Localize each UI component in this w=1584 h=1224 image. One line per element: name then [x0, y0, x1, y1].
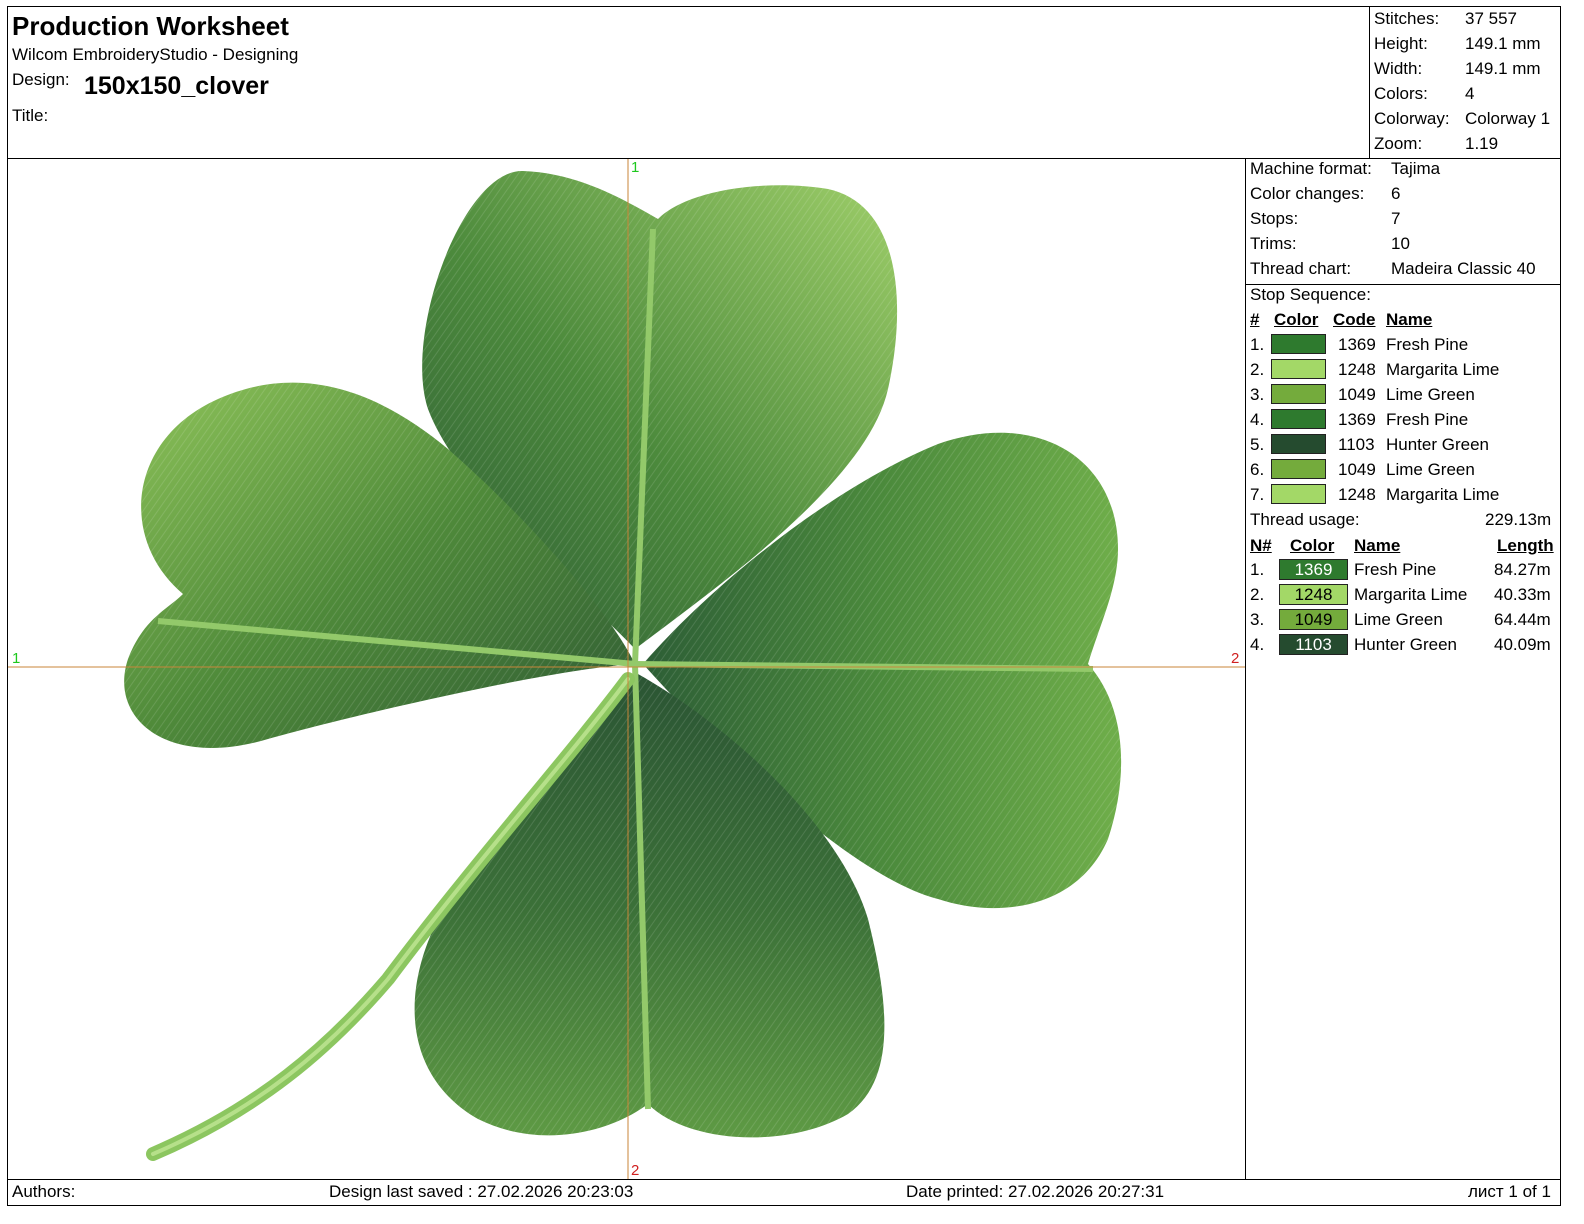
column-header: # [1250, 310, 1260, 329]
thread-name: Lime Green [1354, 610, 1443, 629]
machine-label: Machine format: [1250, 159, 1372, 178]
color-swatch: 1049 [1279, 609, 1348, 630]
color-swatch [1271, 334, 1326, 354]
thread-name: Hunter Green [1386, 435, 1489, 454]
row-number: 7. [1250, 485, 1265, 504]
thread-code: 1049 [1338, 385, 1376, 404]
summary-label: Colorway: [1374, 109, 1450, 128]
row-number: 2. [1250, 585, 1265, 604]
guide-marker-left: 1 [12, 650, 21, 667]
thread-name: Hunter Green [1354, 635, 1457, 654]
row-number: 3. [1250, 385, 1265, 404]
title-label: Title: [12, 106, 49, 125]
column-header: Code [1333, 310, 1376, 329]
machine-value: Tajima [1391, 159, 1441, 178]
row-number: 3. [1250, 610, 1265, 629]
machine-label: Thread chart: [1250, 259, 1352, 278]
page-title: Production Worksheet [12, 11, 289, 41]
column-header: Color [1290, 536, 1335, 555]
color-swatch: 1248 [1279, 584, 1348, 605]
authors-label: Authors: [12, 1182, 76, 1201]
row-number: 2. [1250, 360, 1265, 379]
color-swatch [1271, 384, 1326, 404]
machine-label: Color changes: [1250, 184, 1365, 203]
summary-label: Zoom: [1374, 134, 1423, 153]
thread-code: 1049 [1338, 460, 1376, 479]
thread-code: 1369 [1338, 410, 1376, 429]
color-swatch [1271, 484, 1326, 504]
date-printed: Date printed: 27.02.2026 20:27:31 [906, 1182, 1165, 1201]
footer-panel [7, 1179, 1561, 1206]
row-number: 5. [1250, 435, 1265, 454]
guide-marker-top: 1 [631, 159, 640, 176]
summary-value: 1.19 [1465, 134, 1499, 153]
guide-marker-right: 2 [1231, 650, 1240, 667]
guide-marker-bottom: 2 [631, 1162, 640, 1179]
app-name: Wilcom EmbroideryStudio - Designing [12, 45, 299, 64]
machine-value: 10 [1391, 234, 1410, 253]
thread-name: Lime Green [1386, 460, 1475, 479]
thread-name: Fresh Pine [1354, 560, 1437, 579]
thread-usage-label: Thread usage: [1250, 510, 1360, 529]
color-swatch: 1103 [1279, 634, 1348, 655]
row-number: 6. [1250, 460, 1265, 479]
page-number: лист 1 of 1 [1468, 1182, 1551, 1201]
summary-value: 4 [1465, 84, 1475, 103]
summary-label: Colors: [1374, 84, 1428, 103]
thread-name: Margarita Lime [1386, 360, 1500, 379]
thread-code: 1103 [1338, 435, 1375, 454]
summary-label: Height: [1374, 34, 1428, 53]
column-header: Name [1354, 536, 1401, 555]
summary-value: 149.1 mm [1465, 34, 1541, 53]
row-number: 1. [1250, 560, 1265, 579]
thread-length: 40.09m [1494, 635, 1551, 654]
stop-sequence-title: Stop Sequence: [1250, 285, 1371, 304]
thread-usage-total: 229.13m [1485, 510, 1552, 529]
summary-value: 149.1 mm [1465, 59, 1541, 78]
machine-value: 6 [1391, 184, 1401, 203]
summary-value: Colorway 1 [1465, 109, 1551, 128]
design-canvas [7, 158, 1246, 1180]
summary-value: 37 557 [1465, 9, 1517, 28]
row-number: 1. [1250, 335, 1265, 354]
clover-embroidery-image [8, 159, 1245, 1179]
color-swatch [1271, 359, 1326, 379]
thread-code: 1248 [1338, 360, 1376, 379]
thread-code: 1248 [1338, 485, 1376, 504]
thread-name: Lime Green [1386, 385, 1475, 404]
machine-label: Trims: [1250, 234, 1297, 253]
column-header: Name [1386, 310, 1433, 329]
thread-length: 84.27m [1494, 560, 1551, 579]
color-swatch [1271, 459, 1326, 479]
design-name: 150x150_clover [84, 72, 269, 100]
machine-value: Madeira Classic 40 [1391, 259, 1536, 278]
thread-length: 64.44m [1494, 610, 1551, 629]
machine-label: Stops: [1250, 209, 1299, 228]
summary-label: Stitches: [1374, 9, 1440, 28]
thread-length: 40.33m [1494, 585, 1551, 604]
thread-name: Fresh Pine [1386, 335, 1469, 354]
machine-value: 7 [1391, 209, 1401, 228]
row-number: 4. [1250, 635, 1265, 654]
thread-name: Fresh Pine [1386, 410, 1469, 429]
column-header: Length [1497, 536, 1554, 555]
color-swatch [1271, 434, 1326, 454]
color-swatch [1271, 409, 1326, 429]
thread-code: 1369 [1338, 335, 1376, 354]
row-number: 4. [1250, 410, 1265, 429]
color-swatch: 1369 [1279, 559, 1348, 580]
thread-name: Margarita Lime [1354, 585, 1468, 604]
design-label: Design: [12, 70, 70, 89]
last-saved: Design last saved : 27.02.2026 20:23:03 [329, 1182, 634, 1201]
summary-label: Width: [1374, 59, 1423, 78]
column-header: Color [1274, 310, 1319, 329]
thread-name: Margarita Lime [1386, 485, 1500, 504]
column-header: N# [1250, 536, 1272, 555]
